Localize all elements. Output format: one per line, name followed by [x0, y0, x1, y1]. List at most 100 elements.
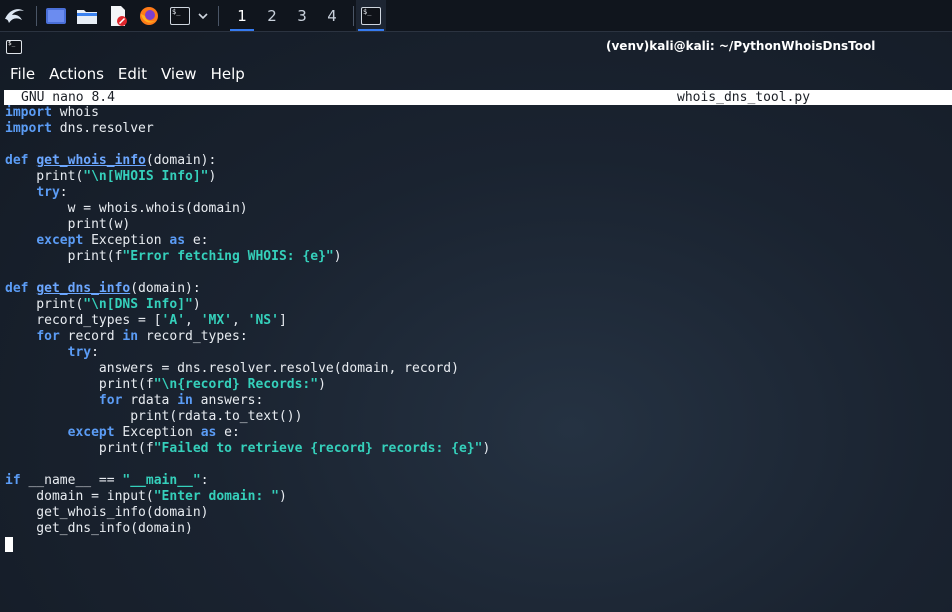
menu-help[interactable]: Help — [211, 65, 245, 83]
code-token: as — [200, 425, 217, 440]
code-line[interactable]: def get_dns_info(domain): — [5, 281, 945, 297]
code-line[interactable]: import dns.resolver — [5, 121, 945, 137]
taskbar-separator — [353, 5, 354, 26]
chevron-down-icon[interactable] — [196, 5, 210, 27]
workspace-1[interactable]: 1 — [227, 0, 257, 31]
code-line[interactable]: try: — [5, 185, 945, 201]
code-token: answers = dns.resolver.resolve(domain, r… — [5, 361, 459, 376]
files-icon[interactable] — [75, 5, 99, 27]
text-editor-icon[interactable] — [106, 5, 130, 27]
code-token: ) — [208, 169, 217, 184]
code-token: record — [59, 329, 123, 344]
kali-dragon-icon[interactable] — [2, 4, 28, 28]
desktop-icon[interactable] — [44, 5, 68, 27]
taskbar: 1 2 3 4 — [0, 0, 952, 32]
code-line[interactable]: import whois — [5, 105, 945, 121]
code-token: "\n[WHOIS Info]" — [83, 169, 209, 184]
code-token: get_whois_info — [36, 153, 146, 168]
code-line[interactable]: get_whois_info(domain) — [5, 505, 945, 521]
code-line[interactable]: def get_whois_info(domain): — [5, 153, 945, 169]
window-titlebar[interactable]: (venv)kali@kali: ~/PythonWhoisDnsTool — [0, 32, 952, 60]
code-line[interactable]: get_dns_info(domain) — [5, 521, 945, 537]
menu-edit[interactable]: Edit — [118, 65, 147, 83]
code-line[interactable]: print(f"Failed to retrieve {record} reco… — [5, 441, 945, 457]
code-line[interactable]: answers = dns.resolver.resolve(domain, r… — [5, 361, 945, 377]
code-token: in — [177, 393, 193, 408]
code-line[interactable] — [5, 265, 945, 281]
code-token: get_dns_info(domain) — [5, 521, 193, 536]
nano-filename: whois_dns_tool.py — [677, 90, 811, 105]
code-token: , — [232, 313, 248, 328]
code-token: ) — [482, 441, 491, 456]
menu-view[interactable]: View — [161, 65, 197, 83]
code-token: (domain): — [130, 281, 201, 296]
code-token: print(w) — [5, 217, 131, 232]
terminal-glyph — [170, 6, 190, 25]
code-line[interactable]: print(rdata.to_text()) — [5, 409, 945, 425]
code-token: : — [59, 185, 68, 200]
terminal-task-button[interactable] — [356, 0, 386, 31]
code-line[interactable]: except Exception as e: — [5, 425, 945, 441]
code-token: print( — [5, 169, 84, 184]
code-token: "\n{record} Records:" — [153, 377, 319, 392]
code-line[interactable]: if __name__ == "__main__": — [5, 473, 945, 489]
code-line[interactable]: for record in record_types: — [5, 329, 945, 345]
terminal-icon[interactable] — [168, 5, 192, 27]
code-line[interactable]: print("\n[DNS Info]") — [5, 297, 945, 313]
code-token: : — [91, 345, 99, 360]
code-token: try — [67, 345, 92, 360]
code-token: "\n[DNS Info]" — [83, 297, 193, 312]
code-token: 'NS' — [247, 313, 279, 328]
code-token: w = whois.whois(domain) — [5, 201, 248, 216]
menu-bar: File Actions Edit View Help — [0, 60, 952, 88]
menu-file[interactable]: File — [10, 65, 35, 83]
code-token: import — [5, 121, 52, 136]
code-line[interactable]: print(w) — [5, 217, 945, 233]
code-token: "__main__" — [122, 473, 201, 488]
terminal-icon — [6, 40, 22, 54]
code-token: answers: — [192, 393, 264, 408]
code-line[interactable]: print(f"\n{record} Records:") — [5, 377, 945, 393]
workspace-2[interactable]: 2 — [257, 0, 287, 31]
code-line[interactable]: w = whois.whois(domain) — [5, 201, 945, 217]
code-token: 'A' — [161, 313, 186, 328]
code-line[interactable] — [5, 137, 945, 153]
code-token: , — [185, 313, 201, 328]
code-token: as — [169, 233, 186, 248]
code-line[interactable] — [5, 457, 945, 473]
code-token: if — [5, 473, 21, 488]
firefox-icon[interactable] — [137, 5, 161, 27]
code-token: ) — [333, 249, 342, 264]
text-cursor — [5, 537, 13, 552]
code-line[interactable]: except Exception as e: — [5, 233, 945, 249]
cursor-line[interactable] — [5, 537, 945, 553]
code-token: print( — [5, 297, 84, 312]
code-token: "Failed to retrieve {record} records: {e… — [153, 441, 483, 456]
code-token: for — [36, 329, 60, 344]
code-token: dns.resolver — [51, 121, 154, 136]
code-token: def — [5, 153, 29, 168]
code-token: import — [5, 105, 52, 120]
code-token: whois — [51, 105, 99, 120]
workspace-4[interactable]: 4 — [317, 0, 347, 31]
code-token: ) — [278, 489, 287, 504]
code-token: get_dns_info — [36, 281, 131, 296]
code-token: print(rdata.to_text()) — [5, 409, 303, 424]
code-line[interactable]: for rdata in answers: — [5, 393, 945, 409]
code-token: record_types: — [138, 329, 248, 344]
code-editor[interactable]: import whois import dns.resolver def get_w… — [5, 105, 945, 553]
workspace-switcher: 1 2 3 4 — [227, 0, 347, 31]
code-line[interactable]: print("\n[WHOIS Info]") — [5, 169, 945, 185]
workspace-3[interactable]: 3 — [287, 0, 317, 31]
code-token: record_types = [ — [5, 313, 162, 328]
code-line[interactable]: record_types = ['A', 'MX', 'NS'] — [5, 313, 945, 329]
code-token: __name__ == — [20, 473, 123, 488]
code-line[interactable]: try: — [5, 345, 945, 361]
code-line[interactable]: domain = input("Enter domain: ") — [5, 489, 945, 505]
code-line[interactable]: print(f"Error fetching WHOIS: {e}") — [5, 249, 945, 265]
menu-actions[interactable]: Actions — [49, 65, 104, 83]
taskbar-separator — [36, 5, 37, 26]
code-token: try — [36, 185, 60, 200]
